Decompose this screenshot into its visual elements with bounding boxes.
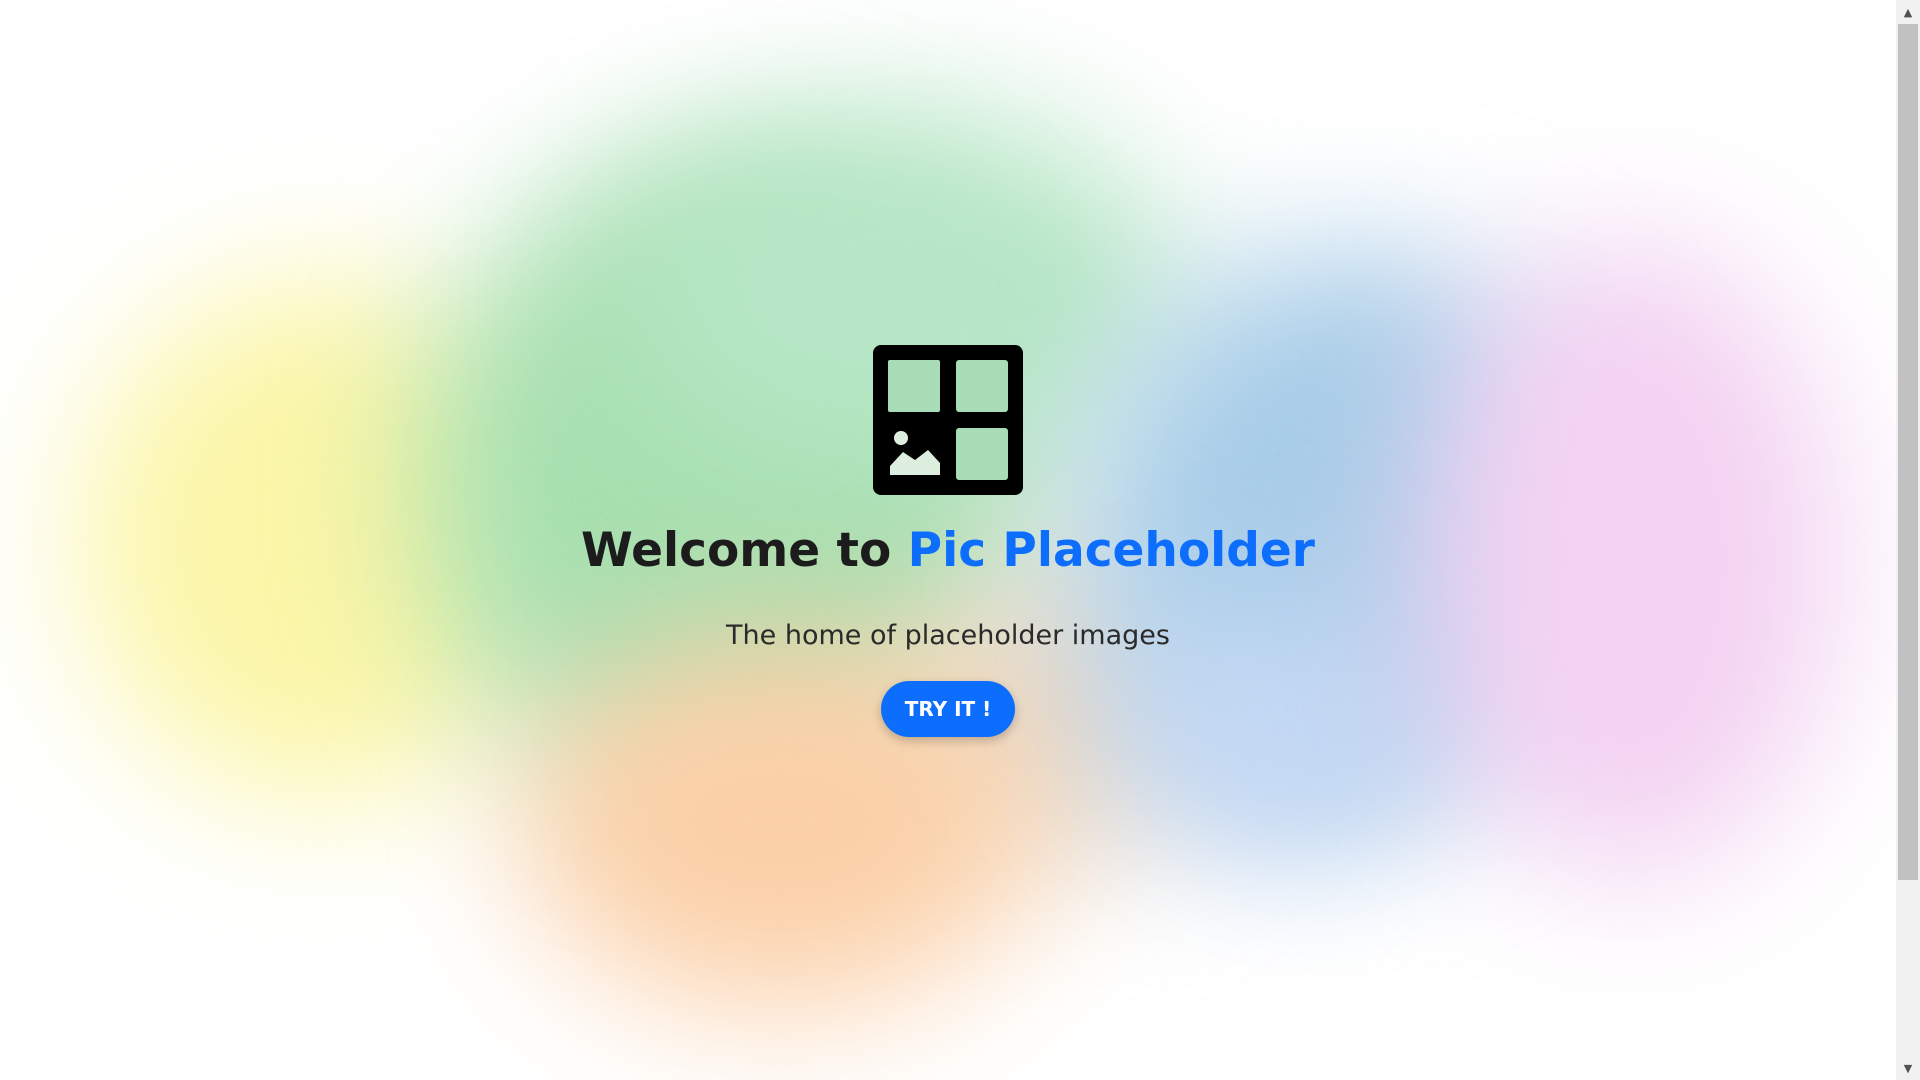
brand-name: Pic Placeholder: [907, 523, 1315, 578]
page-subtitle: The home of placeholder images: [726, 620, 1170, 652]
hero-section: Welcome to Pic Placeholder The home of p…: [0, 0, 1896, 1080]
scroll-up-arrow-icon[interactable]: ▲: [1896, 0, 1920, 24]
page-viewport: Welcome to Pic Placeholder The home of p…: [0, 0, 1896, 1080]
vertical-scrollbar[interactable]: ▲ ▼: [1896, 0, 1920, 1080]
scroll-down-arrow-icon[interactable]: ▼: [1896, 1056, 1920, 1080]
page-title: Welcome to Pic Placeholder: [581, 525, 1315, 577]
try-it-button[interactable]: TRY IT !: [880, 681, 1016, 738]
image-grid-icon: [873, 345, 1023, 495]
headline-prefix: Welcome to: [581, 523, 908, 578]
scrollbar-thumb[interactable]: [1898, 24, 1918, 880]
